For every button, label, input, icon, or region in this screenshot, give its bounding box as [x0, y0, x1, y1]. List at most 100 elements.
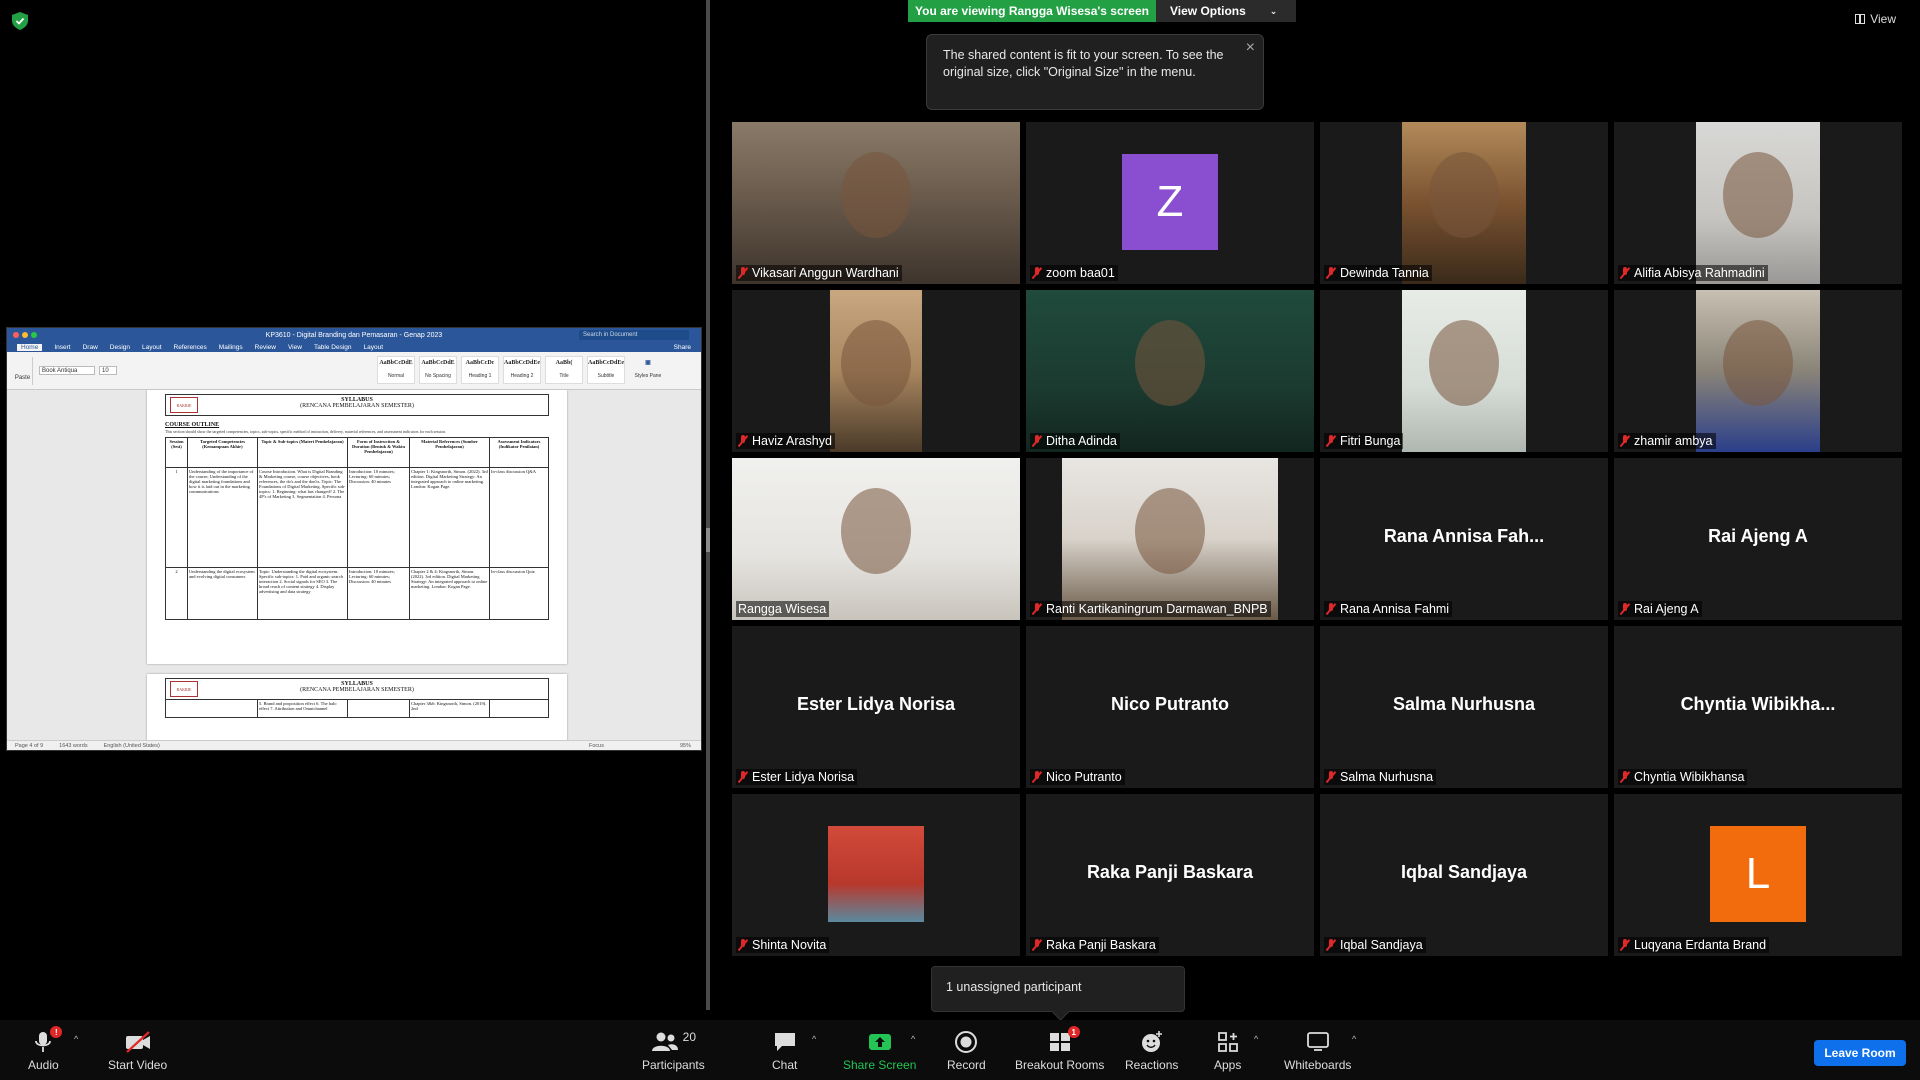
apps-button[interactable]: Apps	[1214, 1028, 1241, 1072]
pane-divider[interactable]	[706, 0, 710, 1010]
participant-tile[interactable]: Alifia Abisya Rahmadini	[1614, 122, 1902, 284]
view-button[interactable]: View	[1855, 12, 1896, 26]
unassigned-text: 1 unassigned participant	[946, 980, 1082, 994]
tab-review[interactable]: Review	[255, 344, 276, 351]
audio-button[interactable]: ! Audio	[28, 1026, 63, 1072]
style-heading-1[interactable]: AaBbCcDc Heading 1	[461, 356, 499, 384]
tab-table-layout[interactable]: Layout	[364, 344, 384, 351]
whiteboards-options-caret-icon[interactable]: ^	[1352, 1034, 1356, 1044]
tab-insert[interactable]: Insert	[54, 344, 70, 351]
participant-tile[interactable]: zhamir ambya	[1614, 290, 1902, 452]
participants-button[interactable]: 20 Participants	[642, 1028, 705, 1072]
audio-options-caret-icon[interactable]: ^	[74, 1034, 78, 1044]
participant-video	[1062, 458, 1278, 620]
participant-display-name: Ester Lidya Norisa	[796, 694, 956, 714]
tab-table-design[interactable]: Table Design	[314, 344, 352, 351]
participant-tile[interactable]: Chyntia Wibikha... Chyntia Wibikhansa	[1614, 626, 1902, 788]
participant-display-name: Salma Nurhusna	[1392, 694, 1536, 714]
participant-tile[interactable]: Vikasari Anggun Wardhani	[732, 122, 1020, 284]
table-cell: Introduction: 10 minutes; Lecturing: 60 …	[347, 567, 410, 620]
language-status[interactable]: English (United States)	[104, 743, 160, 749]
tab-mailings[interactable]: Mailings	[219, 344, 243, 351]
tab-view[interactable]: View	[288, 344, 302, 351]
participant-tile[interactable]: Ditha Adinda	[1026, 290, 1314, 452]
tab-home[interactable]: Home	[17, 343, 43, 351]
leave-room-button[interactable]: Leave Room	[1814, 1040, 1906, 1066]
start-video-button[interactable]: Start Video	[108, 1028, 167, 1072]
participant-video	[732, 122, 1020, 284]
participant-tile[interactable]: Nico Putranto Nico Putranto	[1026, 626, 1314, 788]
style-heading-2[interactable]: AaBbCcDdEe Heading 2	[503, 356, 541, 384]
focus-button[interactable]: Focus	[589, 743, 604, 749]
breakout-rooms-icon: 1	[1048, 1026, 1080, 1056]
word-count[interactable]: 1643 words	[59, 743, 87, 749]
participant-face	[841, 152, 911, 238]
apps-options-caret-icon[interactable]: ^	[1254, 1034, 1258, 1044]
layout-icon	[1855, 14, 1866, 24]
share-options-caret-icon[interactable]: ^	[911, 1034, 915, 1044]
zoom-level[interactable]: 95%	[680, 743, 691, 749]
participant-tile[interactable]: Zzoom baa01	[1026, 122, 1314, 284]
participant-tile[interactable]: Fitri Bunga	[1320, 290, 1608, 452]
muted-mic-icon	[1032, 771, 1042, 783]
participant-tile[interactable]: Haviz Arashyd	[732, 290, 1020, 452]
participant-name: Iqbal Sandjaya	[1340, 938, 1423, 952]
view-label: View	[1870, 12, 1896, 26]
participant-tile[interactable]: Raka Panji Baskara Raka Panji Baskara	[1026, 794, 1314, 956]
reactions-button[interactable]: Reactions	[1125, 1028, 1178, 1072]
table-cell: Understanding of the importance of the c…	[187, 467, 258, 568]
pane-resize-handle[interactable]	[706, 528, 710, 552]
style-no-spacing[interactable]: AaBbCcDdE No Spacing	[419, 356, 457, 384]
participant-tile[interactable]: Ranti Kartikaningrum Darmawan_BNPB	[1026, 458, 1314, 620]
audio-warning-badge: !	[50, 1026, 63, 1038]
search-in-document-input[interactable]: Search in Document	[579, 330, 689, 340]
word-window[interactable]: KP3610 - Digital Branding dan Pemasaran …	[6, 327, 702, 751]
participant-tile[interactable]: Iqbal Sandjaya Iqbal Sandjaya	[1320, 794, 1608, 956]
unassigned-participant-popover[interactable]: 1 unassigned participant	[931, 966, 1185, 1012]
tab-design[interactable]: Design	[110, 344, 130, 351]
participant-tile[interactable]: Rai Ajeng A Rai Ajeng A	[1614, 458, 1902, 620]
participant-tile[interactable]: Rangga Wisesa	[732, 458, 1020, 620]
participant-name: zoom baa01	[1046, 266, 1115, 280]
participant-name-tag: Ditha Adinda	[1030, 433, 1120, 449]
participant-name: zhamir ambya	[1634, 434, 1713, 448]
style-subtitle[interactable]: AaBbCcDdEe Subtitle	[587, 356, 625, 384]
participant-tile[interactable]: Rana Annisa Fah... Rana Annisa Fahmi	[1320, 458, 1608, 620]
participant-tile[interactable]: Ester Lidya Norisa Ester Lidya Norisa	[732, 626, 1020, 788]
shield-icon[interactable]	[12, 12, 28, 30]
participant-tile[interactable]: Shinta Novita	[732, 794, 1020, 956]
close-icon[interactable]: ×	[1246, 39, 1255, 56]
view-options-button[interactable]: View Options ⌄	[1156, 0, 1296, 22]
muted-mic-icon	[1620, 939, 1630, 951]
tab-references[interactable]: References	[174, 344, 207, 351]
share-button[interactable]: Share	[674, 344, 691, 351]
participant-face	[1135, 488, 1205, 574]
record-button[interactable]: Record	[947, 1028, 986, 1072]
breakout-rooms-button[interactable]: 1 Breakout Rooms	[1015, 1026, 1104, 1072]
word-status-bar: Page 4 of 9 1643 words English (United S…	[7, 740, 701, 750]
participant-face	[841, 488, 911, 574]
font-size-select[interactable]: 10	[99, 366, 117, 375]
participant-tile[interactable]: Dewinda Tannia	[1320, 122, 1608, 284]
muted-mic-icon	[738, 771, 748, 783]
tab-layout[interactable]: Layout	[142, 344, 162, 351]
share-screen-button[interactable]: Share Screen	[843, 1028, 916, 1072]
document-area[interactable]: BAKRIE SYLLABUS (RENCANA PEMBELAJARAN SE…	[7, 390, 701, 740]
style-title[interactable]: AaBb(Title	[545, 356, 583, 384]
whiteboards-button[interactable]: Whiteboards	[1284, 1028, 1351, 1072]
style-normal[interactable]: AaBbCcDdE Normal	[377, 356, 415, 384]
styles-pane-button[interactable]: ▣ Styles Pane	[629, 356, 667, 384]
tab-draw[interactable]: Draw	[83, 344, 98, 351]
participant-tile[interactable]: Salma Nurhusna Salma Nurhusna	[1320, 626, 1608, 788]
paste-button[interactable]: Paste	[13, 356, 33, 385]
participant-display-name: Rai Ajeng A	[1708, 526, 1808, 546]
view-options-label: View Options	[1170, 4, 1246, 18]
page-count[interactable]: Page 4 of 9	[15, 743, 43, 749]
chat-options-caret-icon[interactable]: ^	[812, 1034, 816, 1044]
reactions-label: Reactions	[1125, 1058, 1179, 1072]
participant-tile[interactable]: L Luqyana Erdanta Brand	[1614, 794, 1902, 956]
chat-button[interactable]: Chat	[772, 1028, 797, 1072]
table-header: Form of Instruction & Duration (Bentuk &…	[347, 437, 410, 468]
participant-name-tag: Dewinda Tannia	[1324, 265, 1432, 281]
font-name-select[interactable]: Book Antiqua	[39, 366, 95, 375]
